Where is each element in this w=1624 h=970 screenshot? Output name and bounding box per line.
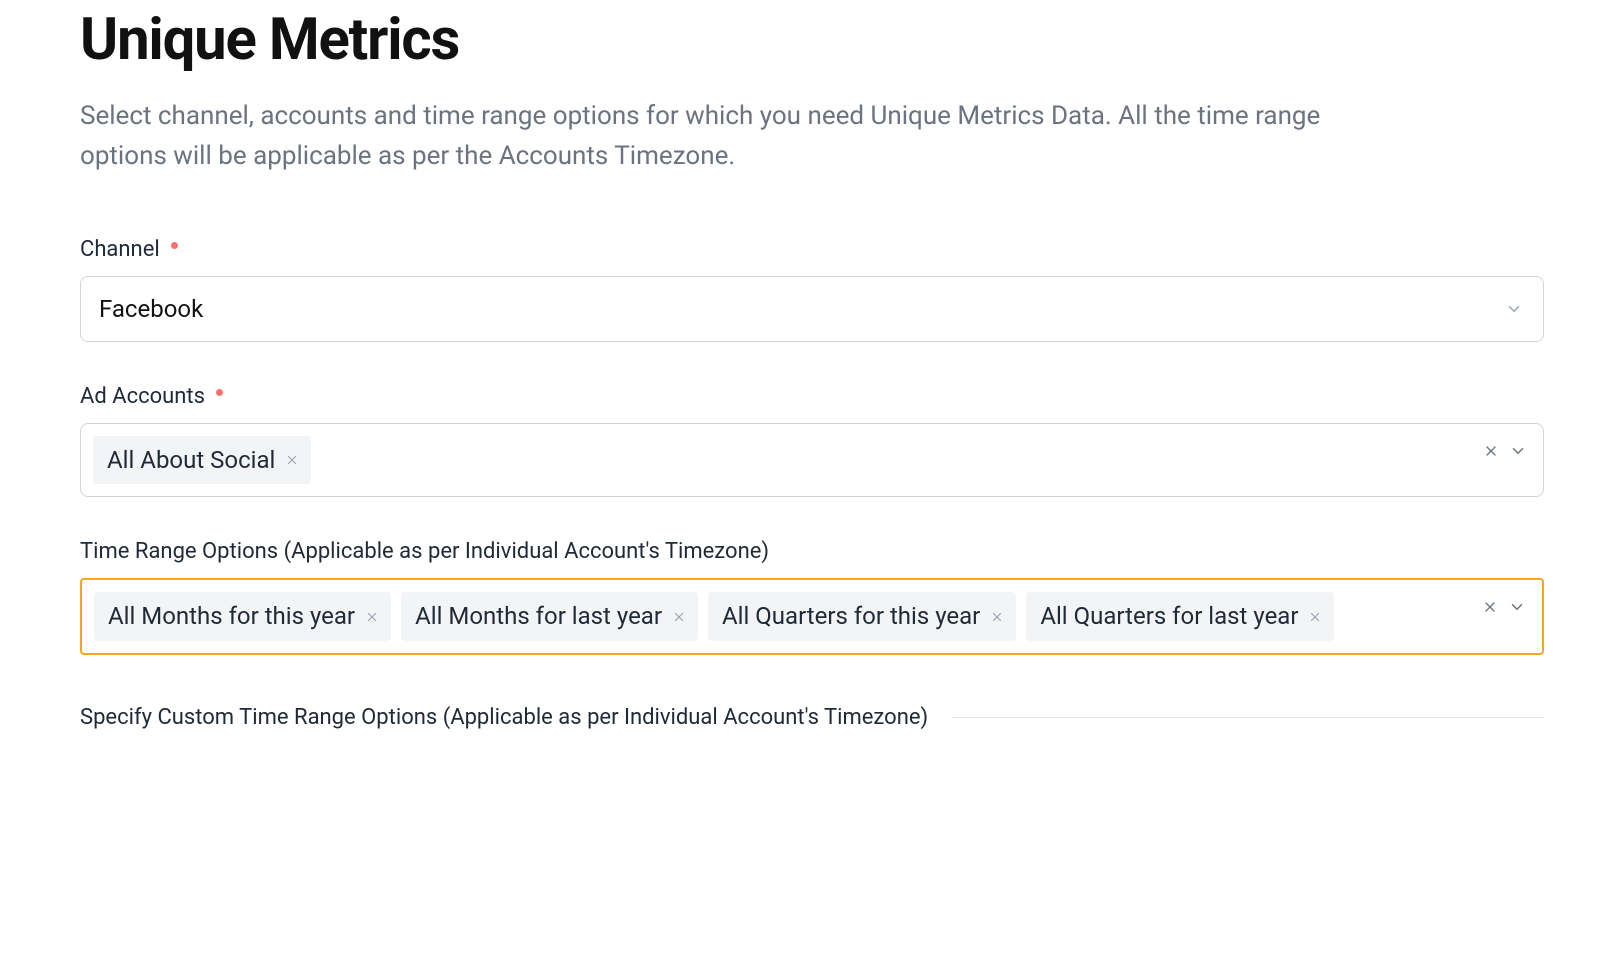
divider-line (952, 717, 1544, 718)
channel-select-value: Facebook (99, 295, 203, 323)
close-icon[interactable] (990, 610, 1004, 624)
tag-label: All Months for last year (415, 602, 662, 631)
time-range-label: Time Range Options (Applicable as per In… (80, 539, 1544, 564)
channel-select[interactable]: Facebook (80, 276, 1544, 342)
chevron-down-icon (1505, 300, 1523, 318)
page-title: Unique Metrics (80, 6, 1544, 74)
tag-label: All Months for this year (108, 602, 355, 631)
chevron-down-icon[interactable] (1508, 598, 1526, 616)
ad-account-tag: All About Social (93, 436, 311, 485)
close-icon[interactable] (365, 610, 379, 624)
custom-range-label: Specify Custom Time Range Options (Appli… (80, 705, 928, 730)
chevron-down-icon[interactable] (1509, 442, 1527, 460)
ad-accounts-select[interactable]: All About Social (80, 423, 1544, 498)
time-range-tag: All Quarters for this year (708, 592, 1016, 641)
channel-label: Channel (80, 237, 1544, 262)
page-description: Select channel, accounts and time range … (80, 96, 1400, 177)
required-indicator-icon (216, 389, 223, 396)
channel-group: Channel Facebook (80, 237, 1544, 342)
multi-select-actions (1483, 442, 1527, 460)
multi-select-actions (1482, 598, 1526, 616)
tag-label: All About Social (107, 446, 275, 475)
time-range-tag: All Months for last year (401, 592, 698, 641)
time-range-tag: All Months for this year (94, 592, 391, 641)
close-icon[interactable] (1308, 610, 1322, 624)
close-icon[interactable] (672, 610, 686, 624)
tag-label: All Quarters for this year (722, 602, 980, 631)
required-indicator-icon (171, 242, 178, 249)
ad-accounts-group: Ad Accounts All About Social (80, 384, 1544, 498)
time-range-select[interactable]: All Months for this year All Months for … (80, 578, 1544, 655)
custom-range-section-header: Specify Custom Time Range Options (Appli… (80, 705, 1544, 730)
clear-all-icon[interactable] (1483, 443, 1499, 459)
clear-all-icon[interactable] (1482, 599, 1498, 615)
time-range-label-text: Time Range Options (Applicable as per In… (80, 539, 769, 564)
ad-accounts-label-text: Ad Accounts (80, 384, 205, 409)
tag-label: All Quarters for last year (1040, 602, 1298, 631)
time-range-tag: All Quarters for last year (1026, 592, 1334, 641)
ad-accounts-label: Ad Accounts (80, 384, 1544, 409)
close-icon[interactable] (285, 453, 299, 467)
time-range-group: Time Range Options (Applicable as per In… (80, 539, 1544, 655)
channel-label-text: Channel (80, 237, 160, 262)
